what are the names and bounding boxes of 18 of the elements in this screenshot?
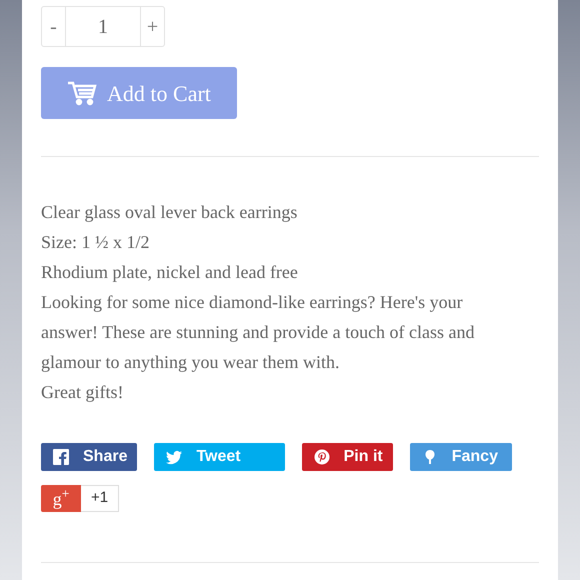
add-to-cart-button[interactable]: Add to Cart [41,67,237,119]
plus-button[interactable]: + [140,6,165,47]
share-button[interactable]: Fancy [410,443,512,471]
bird-icon [166,449,182,465]
plus-one-count: +1 [81,485,119,512]
cart-icon [67,80,98,106]
share-button[interactable]: Pin it [302,443,393,471]
description-text: Looking for some nice diamond-like earrings? Here's your answer! These are stunning and provide a touch of class and glamour to anything you wear them with. [41,291,476,374]
pinterest-icon [314,449,330,465]
facebook-icon [53,449,69,465]
share-button[interactable]: Share [41,443,138,471]
description-text: Great gifts! [41,381,124,404]
google-plus-button[interactable]: g$^{+}$ [41,485,81,512]
minus-button[interactable]: - [41,6,66,47]
description-text: Rhodium plate, nickel and lead free [41,261,299,284]
description-text: Clear glass oval lever back earrings [41,201,298,224]
description-text: Size: 1 ½ x 1/2 [41,231,150,254]
share-button[interactable]: Tweet [154,443,285,471]
